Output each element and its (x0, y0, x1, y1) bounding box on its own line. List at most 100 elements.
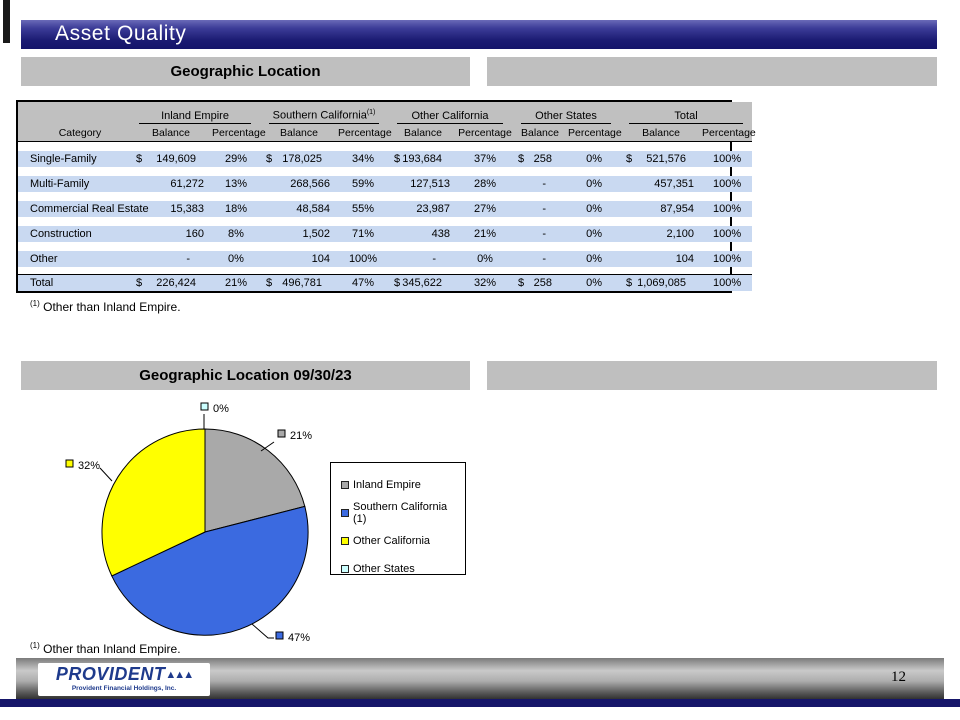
cell-balance: $258 (512, 273, 569, 291)
cell-percentage: 0% (458, 251, 513, 267)
spacer-row (18, 242, 752, 251)
cell-percentage: 100% (702, 226, 753, 242)
category-header: Category (18, 124, 130, 142)
cell-balance: $178,025 (260, 151, 338, 167)
group-header: Inland Empire (130, 102, 260, 124)
cell-balance: $149,609 (130, 151, 212, 167)
cell-balance: - (130, 251, 212, 267)
legend-swatch (341, 537, 349, 545)
footer-bar: PROVIDENT▲▲▲ Provident Financial Holding… (16, 658, 944, 700)
cell-balance: 104 (620, 251, 703, 267)
legend-item: Southern California (1) (341, 499, 461, 527)
cell-balance: $1,069,085 (620, 273, 703, 291)
cell-percentage: 18% (212, 201, 260, 217)
cell-category: Commercial Real Estate (18, 201, 149, 217)
cell-balance: $521,576 (620, 151, 703, 167)
cell-balance: 104 (260, 251, 338, 267)
cell-balance: - (388, 251, 459, 267)
cell-percentage: 55% (338, 201, 389, 217)
cell-category: Multi-Family (18, 176, 130, 192)
cell-balance: 1,502 (260, 226, 338, 242)
table-total-row: Total $226,424 21% $496,781 47% $345,622 32% $2… (18, 273, 753, 291)
section1-title: Geographic Location (170, 63, 321, 80)
page-number: 12 (891, 669, 906, 685)
spacer-row (18, 167, 752, 176)
cell-percentage: 0% (568, 201, 621, 217)
cell-balance: 61,272 (130, 176, 212, 192)
spacer-row (18, 267, 752, 274)
legend-swatch (341, 509, 349, 517)
callout-leader-line (99, 467, 113, 482)
legend-swatch (341, 565, 349, 573)
balance-header: Balance (260, 124, 338, 142)
cell-percentage: 32% (458, 273, 513, 291)
callout-label: 32% (78, 460, 100, 472)
cell-balance: - (512, 226, 569, 242)
cell-balance: 48,584 (260, 201, 338, 217)
legend-label: Other States (353, 563, 415, 575)
table-row: Commercial Real Estate 15,383 18% 48,584 55%… (18, 201, 753, 217)
group-header: Total (620, 102, 753, 124)
balance-header: Balance (130, 124, 212, 142)
footnote-text: Other than Inland Empire. (43, 642, 181, 656)
percentage-header: Percentage (568, 124, 622, 142)
cell-percentage: 71% (338, 226, 389, 242)
cell-balance: 268,566 (260, 176, 338, 192)
cell-balance: $345,622 (388, 273, 459, 291)
cell-category: Other (18, 251, 130, 267)
cell-balance: 127,513 (388, 176, 459, 192)
group-header: Other California (388, 102, 513, 124)
geographic-table: Inland Empire Southern California(1) Other… (18, 102, 756, 291)
cell-balance: 457,351 (620, 176, 703, 192)
balance-header: Balance (388, 124, 459, 142)
legend-item: Other California (341, 527, 461, 555)
percentage-header: Percentage (458, 124, 513, 142)
cell-category: Total (18, 273, 130, 291)
legend-item: Inland Empire (341, 471, 461, 499)
cell-percentage: 27% (458, 201, 513, 217)
section2-header-spacer (487, 361, 937, 390)
cell-percentage: 0% (568, 176, 621, 192)
cell-balance: 160 (130, 226, 212, 242)
legend-swatch (341, 481, 349, 489)
logo-text: PROVIDENT (55, 664, 166, 684)
callout-swatch (275, 631, 284, 640)
callout-swatch (200, 402, 209, 411)
cell-percentage: 100% (702, 273, 753, 291)
cell-percentage: 13% (212, 176, 260, 192)
cell-percentage: 0% (568, 251, 621, 267)
callout-label: 0% (213, 403, 229, 415)
cell-percentage: 100% (702, 251, 753, 267)
chart-footnote: (1) Other than Inland Empire. (30, 641, 181, 656)
cell-balance: 438 (388, 226, 459, 242)
section2-header: Geographic Location 09/30/23 (21, 361, 470, 390)
cell-balance: - (512, 176, 569, 192)
footnote-marker: (1) (30, 641, 40, 650)
table-row: Other -0% 104 100% -0% -0% 104 100% (18, 251, 753, 267)
cell-percentage: 100% (702, 201, 753, 217)
cell-percentage: 100% (702, 176, 753, 192)
section2-title: Geographic Location 09/30/23 (139, 367, 352, 384)
cell-balance: $258 (512, 151, 569, 167)
pie-legend: Inland Empire Southern California (1) Othe… (330, 462, 466, 575)
provident-logo: PROVIDENT▲▲▲ Provident Financial Holding… (38, 663, 210, 696)
cell-percentage: 8% (212, 226, 260, 242)
cell-balance: 87,954 (620, 201, 703, 217)
table-row: Single-Family $149,609 29% $178,025 34% $193,… (18, 151, 753, 167)
page-title: Asset Quality (55, 22, 187, 45)
cell-balance: $193,684 (388, 151, 459, 167)
callout-leader-line (251, 623, 274, 639)
cell-balance: 23,987 (388, 201, 459, 217)
cell-balance: - (512, 201, 569, 217)
spacer-row (18, 141, 752, 151)
cell-percentage: 37% (458, 151, 513, 167)
cell-balance: $226,424 (130, 273, 212, 291)
cell-category: Single-Family (18, 151, 130, 167)
callout-label: 21% (290, 430, 312, 442)
cell-percentage: 28% (458, 176, 513, 192)
geographic-table-container: Inland Empire Southern California(1) Other… (16, 100, 756, 293)
cell-balance: $496,781 (260, 273, 338, 291)
cell-percentage: 100% (338, 251, 389, 267)
cell-percentage: 59% (338, 176, 389, 192)
percentage-header: Percentage (212, 124, 266, 142)
